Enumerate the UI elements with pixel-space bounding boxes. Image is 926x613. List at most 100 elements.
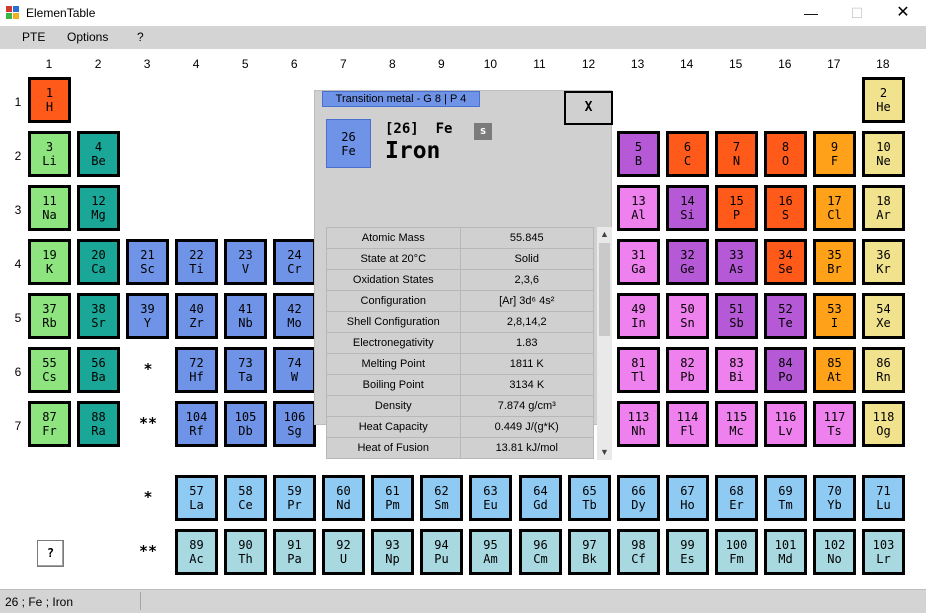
element-tile-sg[interactable]: 106 Sg [273, 401, 316, 447]
element-tile-pa[interactable]: 91 Pa [273, 529, 316, 575]
element-tile-es[interactable]: 99 Es [666, 529, 709, 575]
element-tile-fl[interactable]: 114 Fl [666, 401, 709, 447]
element-tile-lv[interactable]: 116 Lv [764, 401, 807, 447]
minimize-button[interactable]: — [788, 0, 834, 26]
element-tile-be[interactable]: 4 Be [77, 131, 120, 177]
element-tile-ti[interactable]: 22 Ti [175, 239, 218, 285]
element-tile-ba[interactable]: 56 Ba [77, 347, 120, 393]
element-tile-i[interactable]: 53 I [813, 293, 856, 339]
element-tile-cm[interactable]: 96 Cm [519, 529, 562, 575]
element-tile-b[interactable]: 5B [617, 131, 660, 177]
element-tile-n[interactable]: 7N [715, 131, 758, 177]
element-tile-sn[interactable]: 50 Sn [666, 293, 709, 339]
element-tile-rb[interactable]: 37 Rb [28, 293, 71, 339]
element-tile-y[interactable]: 39 Y [126, 293, 169, 339]
element-tile-fm[interactable]: 100 Fm [715, 529, 758, 575]
element-tile-v[interactable]: 23 V [224, 239, 267, 285]
element-tile-u[interactable]: 92 U [322, 529, 365, 575]
popup-close-button[interactable]: X [564, 91, 613, 125]
element-tile-li[interactable]: 3 Li [28, 131, 71, 177]
element-tile-ar[interactable]: 18 Ar [862, 185, 905, 231]
element-tile-ca[interactable]: 20 Ca [77, 239, 120, 285]
element-tile-rf[interactable]: 104 Rf [175, 401, 218, 447]
element-tile-gd[interactable]: 64 Gd [519, 475, 562, 521]
element-tile-sb[interactable]: 51 Sb [715, 293, 758, 339]
element-tile-no[interactable]: 102 No [813, 529, 856, 575]
element-tile-mg[interactable]: 12 Mg [77, 185, 120, 231]
element-tile-s[interactable]: 16 S [764, 185, 807, 231]
scroll-down-icon[interactable]: ▼ [597, 445, 612, 460]
element-tile-mo[interactable]: 42 Mo [273, 293, 316, 339]
element-tile-br[interactable]: 35 Br [813, 239, 856, 285]
element-tile-dy[interactable]: 66 Dy [617, 475, 660, 521]
maximize-button[interactable]: ☐ [834, 0, 880, 26]
element-tile-ga[interactable]: 31 Ga [617, 239, 660, 285]
element-tile-la[interactable]: 57 La [175, 475, 218, 521]
element-tile-cr[interactable]: 24 Cr [273, 239, 316, 285]
element-tile-hf[interactable]: 72 Hf [175, 347, 218, 393]
element-tile-og[interactable]: 118 Og [862, 401, 905, 447]
element-tile-rn[interactable]: 86 Rn [862, 347, 905, 393]
menu-help[interactable]: ? [137, 30, 144, 44]
scroll-up-icon[interactable]: ▲ [597, 227, 612, 242]
menu-options[interactable]: Options [67, 30, 108, 44]
element-tile-se[interactable]: 34 Se [764, 239, 807, 285]
menu-pte[interactable]: PTE [22, 30, 45, 44]
element-tile-tb[interactable]: 65 Tb [568, 475, 611, 521]
element-tile-lr[interactable]: 103 Lr [862, 529, 905, 575]
element-tile-db[interactable]: 105 Db [224, 401, 267, 447]
element-tile-eu[interactable]: 63 Eu [469, 475, 512, 521]
element-tile-ho[interactable]: 67 Ho [666, 475, 709, 521]
scroll-thumb[interactable] [599, 243, 610, 336]
element-tile-si[interactable]: 14 Si [666, 185, 709, 231]
element-tile-c[interactable]: 6C [666, 131, 709, 177]
element-tile-kr[interactable]: 36 Kr [862, 239, 905, 285]
element-tile-in[interactable]: 49 In [617, 293, 660, 339]
element-tile-h[interactable]: 1H [28, 77, 71, 123]
element-tile-as[interactable]: 33 As [715, 239, 758, 285]
element-tile-xe[interactable]: 54 Xe [862, 293, 905, 339]
element-tile-pr[interactable]: 59 Pr [273, 475, 316, 521]
element-tile-ts[interactable]: 117 Ts [813, 401, 856, 447]
element-tile-er[interactable]: 68 Er [715, 475, 758, 521]
element-tile-cs[interactable]: 55 Cs [28, 347, 71, 393]
element-tile-zr[interactable]: 40 Zr [175, 293, 218, 339]
element-tile-yb[interactable]: 70 Yb [813, 475, 856, 521]
element-tile-at[interactable]: 85 At [813, 347, 856, 393]
close-window-button[interactable]: ✕ [880, 0, 926, 26]
element-tile-am[interactable]: 95 Am [469, 529, 512, 575]
element-tile-bi[interactable]: 83 Bi [715, 347, 758, 393]
element-tile-cl[interactable]: 17 Cl [813, 185, 856, 231]
element-tile-lu[interactable]: 71 Lu [862, 475, 905, 521]
element-tile-na[interactable]: 11 Na [28, 185, 71, 231]
element-tile-w[interactable]: 74 W [273, 347, 316, 393]
element-tile-sm[interactable]: 62 Sm [420, 475, 463, 521]
element-tile-sr[interactable]: 38 Sr [77, 293, 120, 339]
help-button[interactable]: ? [37, 540, 64, 567]
element-tile-md[interactable]: 101 Md [764, 529, 807, 575]
element-tile-bk[interactable]: 97 Bk [568, 529, 611, 575]
element-tile-o[interactable]: 8O [764, 131, 807, 177]
element-tile-nh[interactable]: 113 Nh [617, 401, 660, 447]
element-tile-p[interactable]: 15 P [715, 185, 758, 231]
element-tile-ac[interactable]: 89 Ac [175, 529, 218, 575]
properties-scrollbar[interactable]: ▲ ▼ [597, 227, 612, 460]
element-tile-ra[interactable]: 88 Ra [77, 401, 120, 447]
element-tile-f[interactable]: 9F [813, 131, 856, 177]
element-tile-fr[interactable]: 87 Fr [28, 401, 71, 447]
element-tile-po[interactable]: 84 Po [764, 347, 807, 393]
element-tile-cf[interactable]: 98 Cf [617, 529, 660, 575]
element-tile-pu[interactable]: 94 Pu [420, 529, 463, 575]
element-tile-he[interactable]: 2 He [862, 77, 905, 123]
s-button[interactable]: s [474, 123, 492, 140]
element-tile-al[interactable]: 13 Al [617, 185, 660, 231]
element-tile-tm[interactable]: 69 Tm [764, 475, 807, 521]
element-tile-sc[interactable]: 21 Sc [126, 239, 169, 285]
element-tile-ce[interactable]: 58 Ce [224, 475, 267, 521]
element-tile-mc[interactable]: 115 Mc [715, 401, 758, 447]
element-tile-pb[interactable]: 82 Pb [666, 347, 709, 393]
element-tile-ge[interactable]: 32 Ge [666, 239, 709, 285]
element-tile-np[interactable]: 93 Np [371, 529, 414, 575]
element-tile-nb[interactable]: 41 Nb [224, 293, 267, 339]
element-tile-th[interactable]: 90 Th [224, 529, 267, 575]
